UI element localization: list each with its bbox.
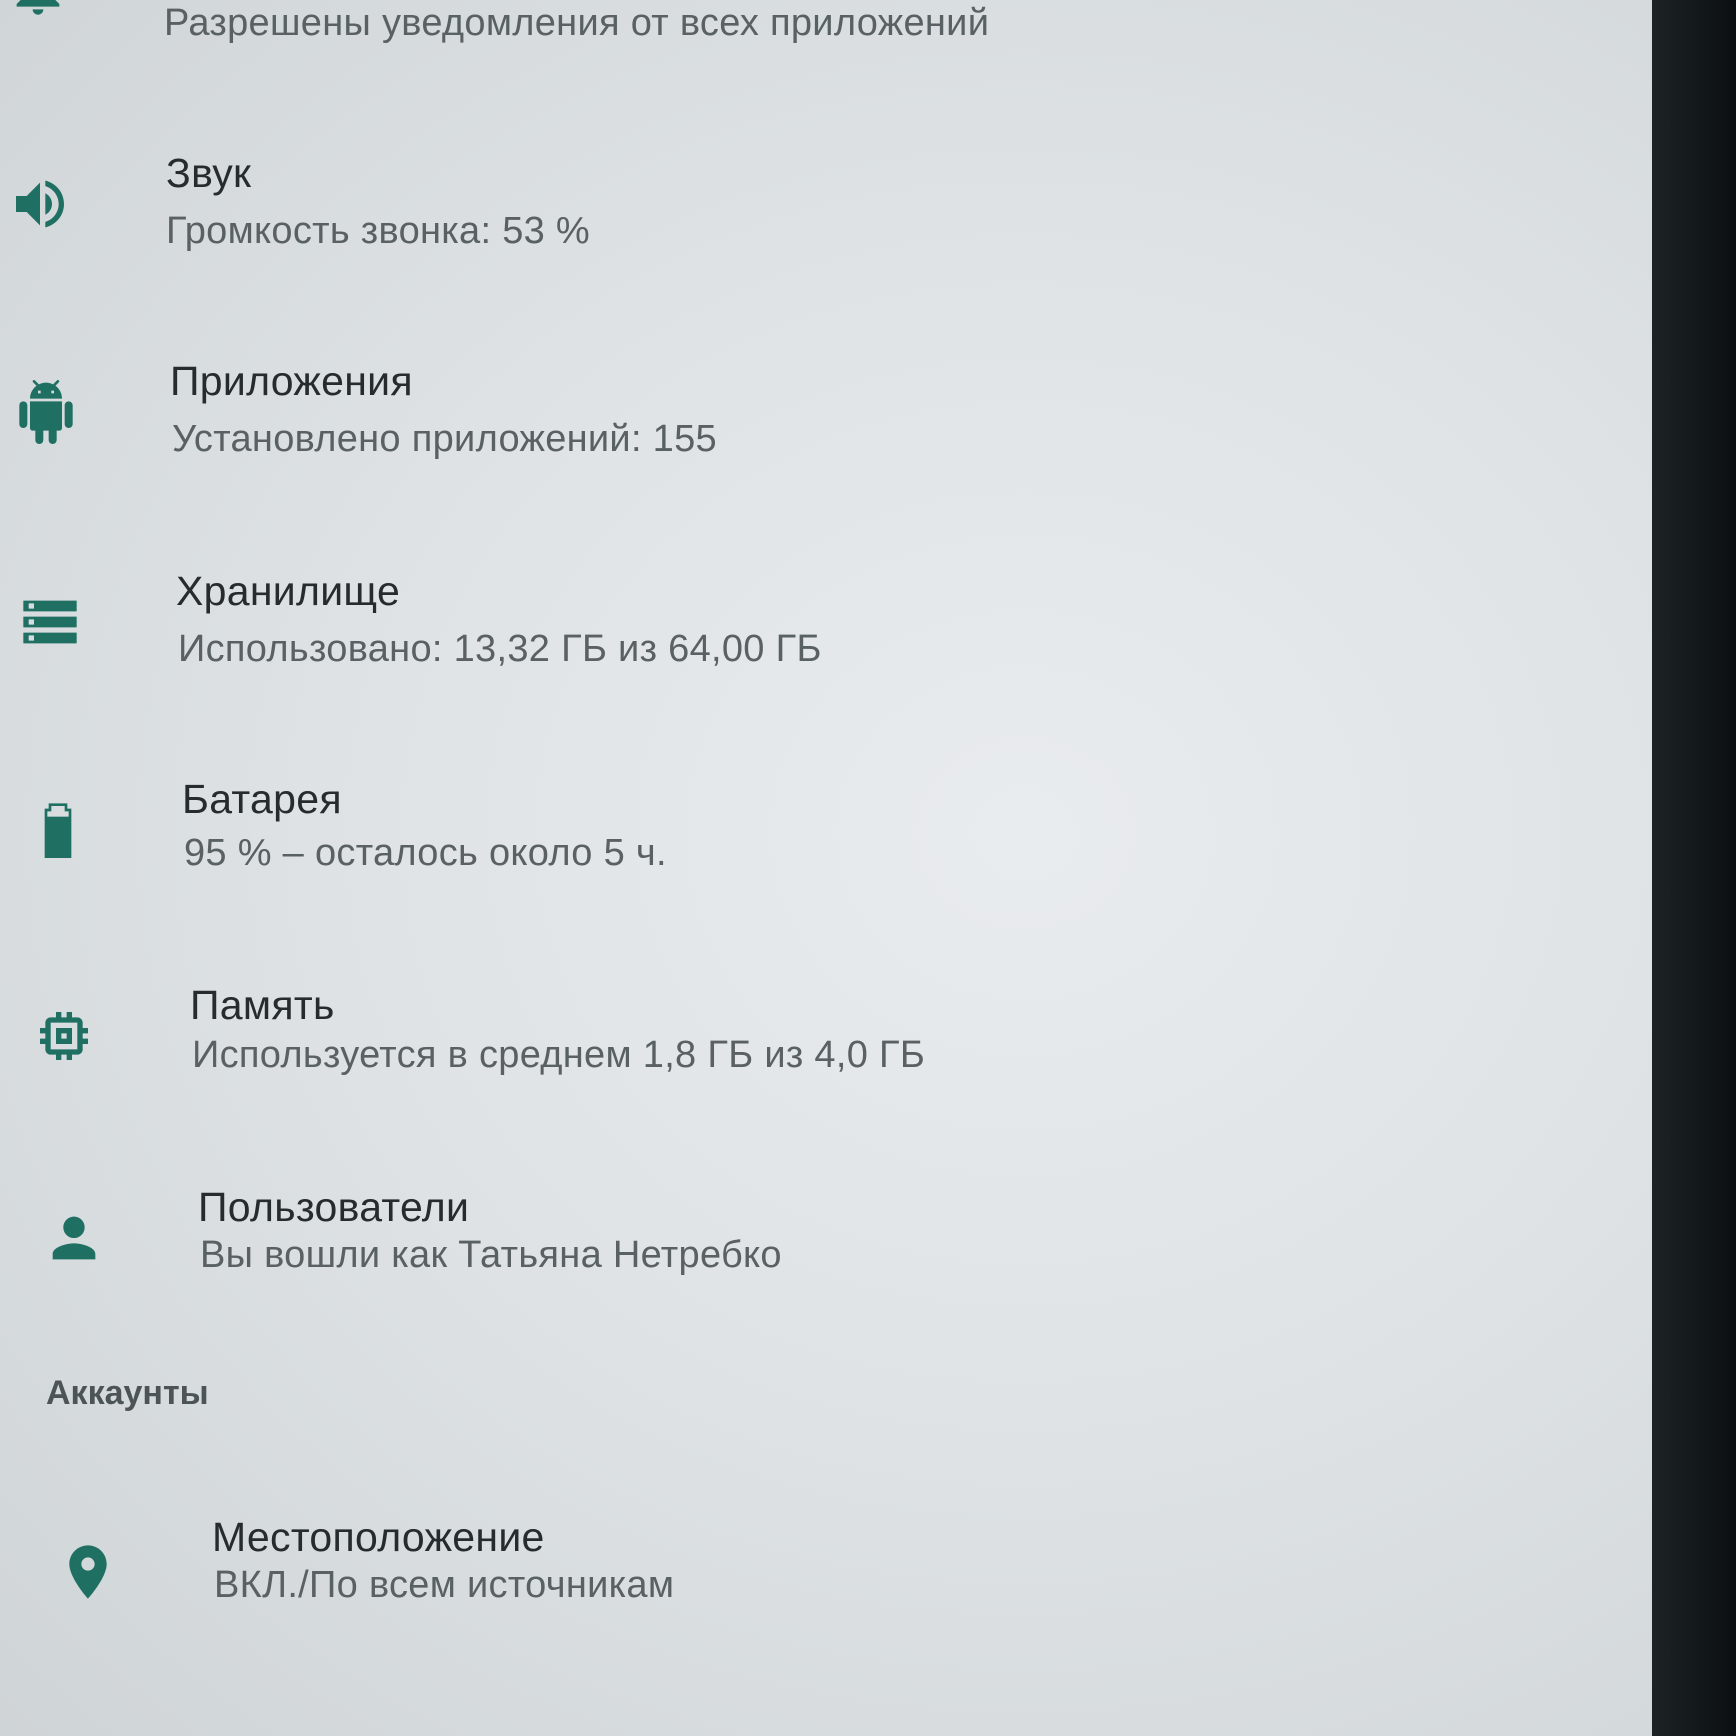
settings-item-users[interactable]: Пользователи Вы вошли как Татьяна Нетреб… <box>0 1170 1652 1300</box>
settings-item-notifications[interactable]: Разрешены уведомления от всех приложений <box>0 0 1652 70</box>
settings-item-summary: 95 % – осталось около 5 ч. <box>184 832 667 874</box>
settings-item-sound[interactable]: Звук Громкость звонка: 53 % <box>0 140 1652 270</box>
android-icon <box>14 380 78 444</box>
settings-item-summary: Установлено приложений: 155 <box>172 418 717 460</box>
settings-item-memory[interactable]: Память Используется в среднем 1,8 ГБ из … <box>0 968 1652 1098</box>
settings-item-title: Приложения <box>170 358 413 404</box>
settings-item-storage[interactable]: Хранилище Использовано: 13,32 ГБ из 64,0… <box>0 554 1652 684</box>
memory-icon <box>32 1004 96 1068</box>
settings-item-summary: Разрешены уведомления от всех приложений <box>164 2 990 44</box>
settings-item-title: Звук <box>166 150 252 196</box>
device-bezel <box>1652 0 1736 1736</box>
settings-item-title: Пользователи <box>198 1184 470 1230</box>
settings-item-summary: ВКЛ./По всем источникам <box>214 1564 675 1606</box>
battery-icon <box>26 798 90 862</box>
settings-item-title: Память <box>190 982 335 1028</box>
settings-item-summary: Громкость звонка: 53 % <box>166 210 591 252</box>
settings-item-title: Батарея <box>182 776 342 822</box>
person-icon <box>42 1206 106 1270</box>
settings-item-location[interactable]: Местоположение ВКЛ./По всем источникам <box>0 1500 1652 1630</box>
settings-item-apps[interactable]: Приложения Установлено приложений: 155 <box>0 346 1652 476</box>
settings-item-summary: Использовано: 13,32 ГБ из 64,00 ГБ <box>178 628 822 670</box>
section-header-accounts: Аккаунты <box>46 1374 209 1412</box>
bell-icon <box>6 0 70 20</box>
volume-icon <box>8 172 72 236</box>
settings-item-title: Местоположение <box>212 1514 545 1560</box>
location-pin-icon <box>56 1540 120 1604</box>
settings-item-summary: Используется в среднем 1,8 ГБ из 4,0 ГБ <box>192 1034 926 1076</box>
settings-item-battery[interactable]: Батарея 95 % – осталось около 5 ч. <box>0 762 1652 892</box>
settings-item-summary: Вы вошли как Татьяна Нетребко <box>200 1234 782 1276</box>
settings-screen: Разрешены уведомления от всех приложений… <box>0 0 1652 1736</box>
storage-icon <box>18 590 82 654</box>
settings-item-title: Хранилище <box>176 568 401 614</box>
